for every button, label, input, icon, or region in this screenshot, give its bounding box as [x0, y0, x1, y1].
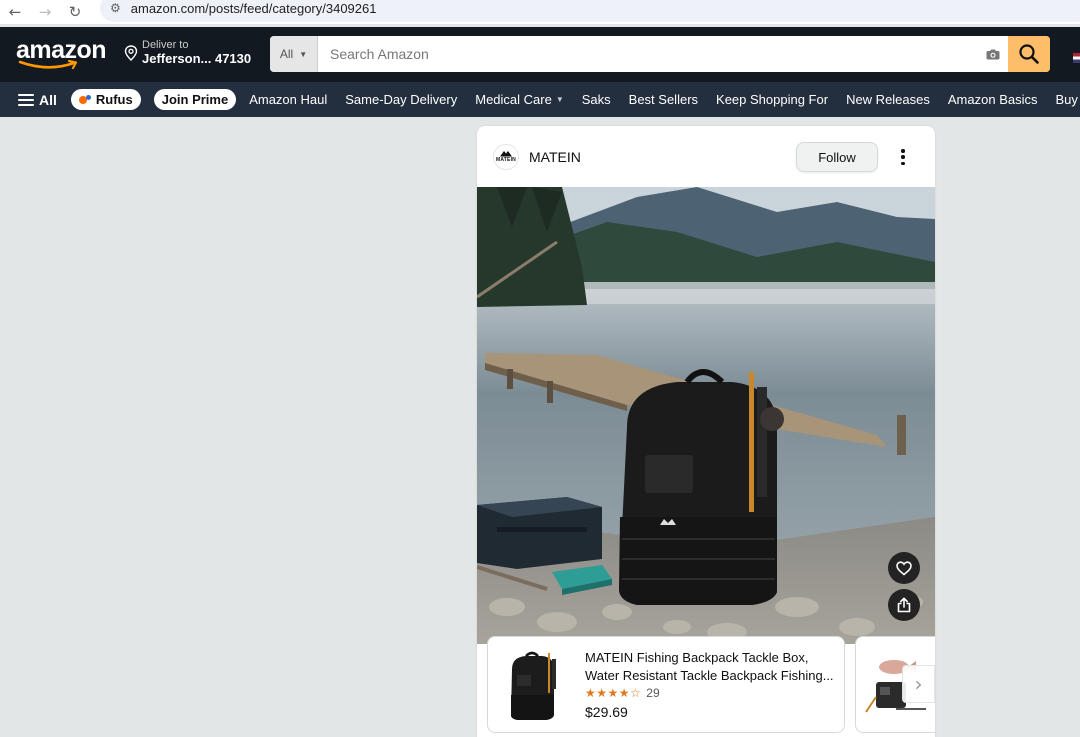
search-button[interactable] [1008, 36, 1050, 72]
nav-link-amazon-haul[interactable]: Amazon Haul [249, 92, 327, 107]
post-image[interactable] [477, 187, 935, 644]
product-card[interactable]: MATEIN Fishing Backpack Tackle Box, Wate… [487, 636, 845, 733]
brand-avatar[interactable]: MATEIN [493, 143, 519, 170]
back-icon[interactable]: ← [0, 3, 30, 21]
nav-strip: All Rufus Join Prime Amazon Haul Same-Da… [0, 82, 1080, 117]
product-title-line-1: MATEIN Fishing Backpack Tackle Box, [585, 650, 809, 665]
search-category-dropdown[interactable]: All ▼ [270, 36, 318, 72]
url-text[interactable]: amazon.com/posts/feed/category/3409261 [131, 1, 377, 16]
location-pin-icon [124, 45, 138, 61]
product-price: $29.69 [585, 704, 628, 720]
avatar-text: MATEIN [496, 157, 516, 163]
join-prime-button[interactable]: Join Prime [153, 89, 237, 110]
search-bar: All ▼ [270, 36, 1050, 72]
address-bar[interactable]: ⚙ amazon.com/posts/feed/category/3409261 [100, 0, 1080, 22]
nav-link-amazon-basics[interactable]: Amazon Basics [948, 92, 1038, 107]
join-prime-label: Join Prime [161, 92, 229, 107]
rufus-icon [78, 94, 93, 105]
forward-icon[interactable]: → [30, 3, 60, 21]
deliver-location: Jefferson... 47130 [142, 51, 252, 66]
logo-smile-icon [18, 60, 78, 70]
nav-link-buy-again[interactable]: Buy Again [1055, 92, 1080, 107]
nav-link-same-day-delivery[interactable]: Same-Day Delivery [345, 92, 457, 107]
deliver-to-label: Deliver to [142, 39, 189, 51]
product-carousel: MATEIN Fishing Backpack Tackle Box, Wate… [477, 635, 935, 737]
hamburger-icon [18, 93, 34, 106]
chevron-right-icon[interactable]: › [902, 665, 935, 703]
amazon-header: amazon Deliver to Jefferson... 47130 All… [0, 27, 1080, 82]
site-info-icon[interactable]: ⚙ [110, 1, 121, 15]
browser-toolbar: ← → ↻ ⚙ amazon.com/posts/feed/category/3… [0, 0, 1080, 24]
rufus-button[interactable]: Rufus [70, 89, 141, 110]
heart-icon[interactable] [888, 552, 920, 584]
caret-down-icon: ▼ [555, 95, 564, 104]
share-icon[interactable] [888, 589, 920, 621]
nav-link-new-releases[interactable]: New Releases [846, 92, 930, 107]
post-card: MATEIN MATEIN Follow MATEIN Fishing Back… [477, 126, 935, 737]
search-category-label: All [279, 47, 294, 61]
camera-icon[interactable] [978, 36, 1008, 72]
brand-logo-icon [500, 151, 512, 157]
amazon-logo[interactable]: amazon [16, 36, 108, 72]
more-vertical-icon[interactable] [897, 147, 909, 167]
star-rating-icon: ★★★★☆ [585, 686, 642, 700]
product-title-line-2: Water Resistant Tackle Backpack Fishing.… [585, 668, 834, 683]
product-title[interactable]: MATEIN Fishing Backpack Tackle Box, Wate… [585, 649, 835, 685]
nav-link-best-sellers[interactable]: Best Sellers [629, 92, 698, 107]
follow-button[interactable]: Follow [796, 142, 878, 172]
magnifier-icon [1019, 44, 1039, 64]
nav-link-medical-care-label: Medical Care [475, 92, 552, 107]
all-menu-button[interactable]: All [18, 92, 57, 108]
rating-count: 29 [646, 686, 660, 700]
product-rating[interactable]: ★★★★☆ 29 [585, 686, 660, 700]
caret-down-icon: ▼ [299, 49, 308, 59]
nav-link-saks[interactable]: Saks [582, 92, 611, 107]
nav-link-keep-shopping-for[interactable]: Keep Shopping For [716, 92, 828, 107]
nav-link-medical-care[interactable]: Medical Care ▼ [475, 92, 564, 107]
rufus-label: Rufus [95, 92, 133, 107]
flag-icon[interactable] [1073, 53, 1080, 63]
search-input[interactable] [318, 36, 978, 72]
reload-icon[interactable]: ↻ [60, 3, 90, 21]
deliver-to[interactable]: Deliver to Jefferson... 47130 [124, 39, 251, 67]
brand-name[interactable]: MATEIN [529, 149, 581, 165]
product-thumbnail[interactable] [502, 651, 564, 723]
post-header: MATEIN MATEIN Follow [477, 126, 935, 187]
all-label: All [39, 91, 57, 108]
